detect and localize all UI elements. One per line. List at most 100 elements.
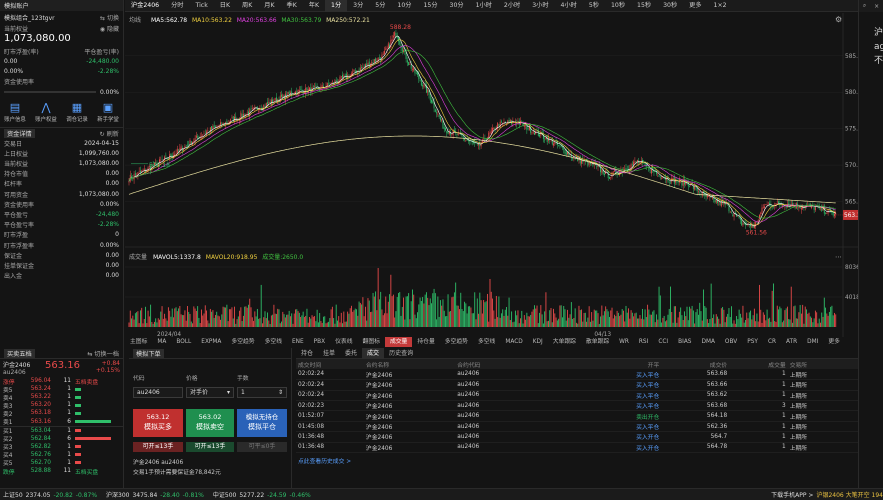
indicator-tab[interactable]: RSI xyxy=(634,337,653,347)
indicator-tab[interactable]: MA xyxy=(152,337,171,347)
timeframe-tab[interactable]: Tick xyxy=(190,0,214,12)
timeframe-tab[interactable]: 3分 xyxy=(347,0,369,12)
timeframe-tab[interactable]: 3小时 xyxy=(526,0,554,12)
timeframe-tab[interactable]: 1小时 xyxy=(470,0,498,12)
bid-row[interactable]: 跌停 528.88 11 五档买盘 xyxy=(0,467,123,476)
table-row[interactable]: 02:02:24 沪金2406 au2406 买入平仓 563.62 1 上期所 xyxy=(296,390,858,402)
kline-chart[interactable]: 均线 MA5:562.78 MA10:563.22 MA20:563.66 MA30:5… xyxy=(125,13,869,347)
timeframe-tab[interactable]: 2小时 xyxy=(498,0,526,12)
indicator-tab[interactable]: ENE xyxy=(287,337,309,347)
chart-settings-icon[interactable]: ⚙ xyxy=(835,15,842,24)
column-header[interactable]: 成交价 xyxy=(661,359,730,370)
timeframe-tab[interactable]: 年K xyxy=(303,0,325,12)
record-tab[interactable]: 成交 xyxy=(362,347,385,359)
volume-bar xyxy=(358,301,360,327)
volume-settings-icon[interactable]: ⋯ xyxy=(835,253,842,261)
indicator-tab[interactable]: 成交量 xyxy=(384,337,413,347)
column-header[interactable]: 交易所 xyxy=(787,359,858,370)
record-tab[interactable]: 挂单 xyxy=(318,348,340,359)
index-ticker[interactable]: 沪深300 3475.84 -28.40 -0.81% xyxy=(106,490,207,499)
search-icon[interactable]: ⌕ xyxy=(863,2,866,10)
timeframe-tab[interactable]: 更多 xyxy=(683,0,707,12)
indicator-tab[interactable]: BIAS xyxy=(673,337,696,347)
indicator-tab[interactable]: CR xyxy=(763,337,781,347)
indicator-tab[interactable]: 大单跟踪 xyxy=(548,337,581,347)
qty-input[interactable]: 1 ⇕ xyxy=(237,387,287,398)
index-ticker[interactable]: 中证500 5277.22 -24.59 -0.46% xyxy=(213,490,314,499)
indicator-tab[interactable]: PSY xyxy=(742,337,763,347)
hide-button[interactable]: ◉ 隐藏 xyxy=(100,24,119,33)
indicator-tab[interactable]: CCI xyxy=(653,337,673,347)
close-position-button[interactable]: 模拟无持仓 模拟平仓 xyxy=(237,409,287,437)
column-header[interactable]: 合约代码 xyxy=(455,359,549,370)
timeframe-tab[interactable]: 5秒 xyxy=(583,0,605,12)
price-select[interactable]: 对手价 ▾ xyxy=(186,387,234,398)
indicator-tab[interactable]: MACD xyxy=(500,337,527,347)
indicator-tab[interactable]: 仪表线 xyxy=(330,337,357,347)
equity-button[interactable]: ⋀ 账户权益 xyxy=(34,101,58,123)
timeframe-tab[interactable]: 月K xyxy=(258,0,280,12)
record-tab[interactable]: 委托 xyxy=(340,348,362,359)
indicator-tab[interactable]: 多空线 xyxy=(473,337,500,347)
switch-account-button[interactable]: ⇆ 切换 xyxy=(100,13,119,22)
timeframe-tab[interactable]: 分时 xyxy=(165,0,189,12)
record-tab[interactable]: 历史查询 xyxy=(384,348,418,359)
indicator-tab[interactable]: BOLL xyxy=(171,337,196,347)
indicator-tab[interactable]: OBV xyxy=(720,337,742,347)
column-header[interactable]: 成交量 xyxy=(729,359,788,370)
table-row[interactable]: 02:02:23 沪金2406 au2406 买入平仓 563.68 3 上期所 xyxy=(296,400,858,412)
timeframe-tab[interactable]: 周K xyxy=(236,0,258,12)
download-app-link[interactable]: 下载手机APP > xyxy=(771,490,813,499)
indicator-tab[interactable]: ATR xyxy=(781,337,802,347)
table-row[interactable]: 01:45:08 沪金2406 au2406 买入平仓 562.36 1 上期所 xyxy=(296,421,858,433)
table-row[interactable]: 01:52:07 沪金2406 au2406 卖出开仓 564.18 1 上期所 xyxy=(296,410,858,422)
close-icon[interactable]: × xyxy=(874,3,879,10)
column-header[interactable]: 成交时间 xyxy=(296,359,364,370)
account-info-button[interactable]: ▤ 账户信息 xyxy=(3,101,27,123)
timeframe-tab[interactable]: 15分 xyxy=(417,0,443,12)
timeframe-tab[interactable]: 日K xyxy=(214,0,236,12)
account-tab[interactable]: 模拟账户 xyxy=(0,0,123,11)
table-row[interactable]: 02:02:24 沪金2406 au2406 买入平仓 563.68 1 上期所 xyxy=(296,369,858,381)
indicator-tab[interactable]: 多空趋势 xyxy=(226,337,259,347)
timeframe-tab[interactable]: 10分 xyxy=(391,0,417,12)
indicator-tab[interactable]: 多空趋势 xyxy=(440,337,473,347)
indicator-tab[interactable]: 散单跟踪 xyxy=(581,337,614,347)
timeframe-tab[interactable]: 5分 xyxy=(369,0,391,12)
column-header[interactable]: 合约名称 xyxy=(363,359,456,370)
code-input[interactable]: au2406 xyxy=(133,387,183,398)
timeframe-tab[interactable]: 30分 xyxy=(444,0,470,12)
buy-long-button[interactable]: 563.12 模拟买多 xyxy=(133,409,183,437)
column-header[interactable]: 开平 xyxy=(548,359,662,370)
record-tab[interactable]: 持仓 xyxy=(296,348,318,359)
indicator-tab[interactable]: 主图标 xyxy=(125,337,152,347)
timeframe-tab[interactable]: 30秒 xyxy=(657,0,683,12)
indicator-tab[interactable]: 持仓量 xyxy=(412,337,439,347)
timeframe-tab[interactable]: 1分 xyxy=(325,0,348,12)
timeframe-tab[interactable]: 10秒 xyxy=(605,0,631,12)
record-button[interactable]: ▦ 调仓记录 xyxy=(65,101,89,123)
view-history-link[interactable]: 点此查看历史成交 > xyxy=(296,453,858,468)
indicator-tab[interactable]: DMI xyxy=(802,337,823,347)
indicator-tab[interactable]: 更多 xyxy=(823,337,845,347)
indicator-tab[interactable]: 多空线 xyxy=(260,337,287,347)
table-row[interactable]: 01:36:48 沪金2406 au2406 买入开仓 564.7 1 上期所 xyxy=(296,431,858,443)
sell-short-button[interactable]: 563.02 模拟卖空 xyxy=(186,409,234,437)
table-row[interactable]: 02:02:24 沪金2406 au2406 买入平仓 563.66 1 上期所 xyxy=(296,379,858,391)
indicator-tab[interactable]: WR xyxy=(614,337,634,347)
timeframe-tab[interactable]: 1×2 xyxy=(708,0,733,12)
indicator-tab[interactable]: DMA xyxy=(696,337,719,347)
school-button[interactable]: ▣ 新手学堂 xyxy=(96,101,120,123)
indicator-tab[interactable]: KDJ xyxy=(528,337,548,347)
timeframe-tab[interactable]: 4小时 xyxy=(555,0,583,12)
indicator-tab[interactable]: PBX xyxy=(309,337,330,347)
timeframe-tab[interactable]: 15秒 xyxy=(631,0,657,12)
timeframe-tab[interactable]: 季K xyxy=(281,0,303,12)
refresh-button[interactable]: ↻ 刷新 xyxy=(99,129,119,138)
table-row[interactable]: 01:36:48 沪金2406 au2406 买入开仓 564.78 1 上期所 xyxy=(296,442,858,454)
ask-row[interactable]: 卖1 563.16 6 xyxy=(0,417,123,426)
indicator-tab[interactable]: EXPMA xyxy=(196,337,226,347)
index-ticker[interactable]: 上证50 2374.05 -20.82 -0.87% xyxy=(3,490,100,499)
switch-level-button[interactable]: ⇆ 切换一档 xyxy=(87,349,119,358)
indicator-tab[interactable]: 翻图标 xyxy=(358,337,385,347)
